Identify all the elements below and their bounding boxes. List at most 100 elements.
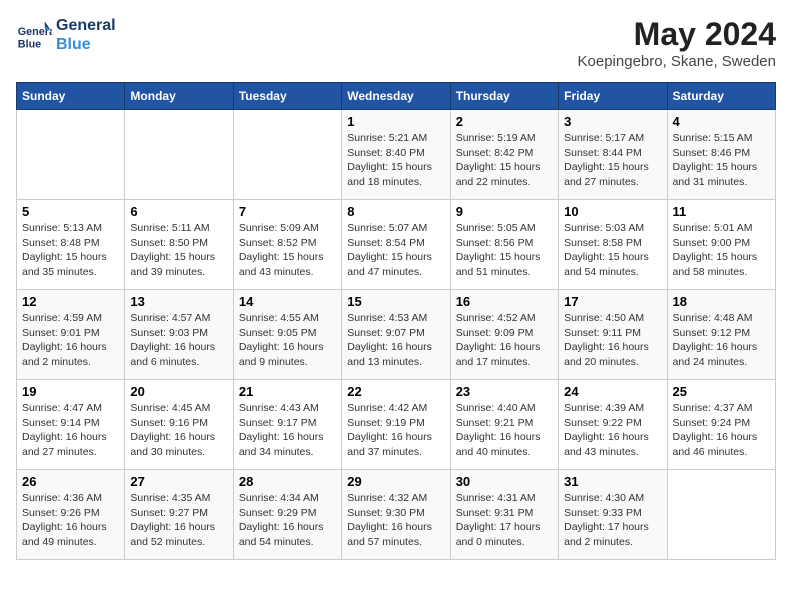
weekday-header: Monday [125,83,233,110]
day-number: 11 [673,204,770,219]
day-number: 9 [456,204,553,219]
calendar-cell: 17Sunrise: 4:50 AM Sunset: 9:11 PM Dayli… [559,290,667,380]
calendar-cell: 15Sunrise: 4:53 AM Sunset: 9:07 PM Dayli… [342,290,450,380]
calendar-cell: 16 Sunrise: 4:52 AM Sunset: 9:09 PM Dayli… [450,290,558,380]
day-info: Sunrise: 4:36 AM Sunset: 9:26 PM Dayligh… [22,491,119,550]
day-info: Sunrise: 4:57 AM Sunset: 9:03 PM Dayligh… [130,311,227,370]
month-title: May 2024 [578,16,776,53]
calendar-cell: 11Sunrise: 5:01 AM Sunset: 9:00 PM Dayli… [667,200,775,290]
calendar-week-row: 12 Sunrise: 4:59 AM Sunset: 9:01 PM Dayli… [17,290,776,380]
day-number: 30 [456,474,553,489]
logo-line2: Blue [56,35,116,54]
calendar-cell: 1 Sunrise: 5:21 AM Sunset: 8:40 PM Daylig… [342,110,450,200]
day-info: Sunrise: 5:17 AM Sunset: 8:44 PM Dayligh… [564,131,661,190]
calendar-week-row: 5 Sunrise: 5:13 AM Sunset: 8:48 PM Daylig… [17,200,776,290]
weekday-header: Wednesday [342,83,450,110]
calendar-cell: 9 Sunrise: 5:05 AM Sunset: 8:56 PM Daylig… [450,200,558,290]
day-number: 10 [564,204,661,219]
day-info: Sunrise: 4:34 AM Sunset: 9:29 PM Dayligh… [239,491,336,550]
day-number: 3 [564,114,661,129]
calendar-week-row: 26 Sunrise: 4:36 AM Sunset: 9:26 PM Dayli… [17,470,776,560]
day-number: 28 [239,474,336,489]
day-info: Sunrise: 4:35 AM Sunset: 9:27 PM Dayligh… [130,491,227,550]
day-info: Sunrise: 5:21 AM Sunset: 8:40 PM Dayligh… [347,131,444,190]
day-info: Sunrise: 5:07 AM Sunset: 8:54 PM Dayligh… [347,221,444,280]
day-info: Sunrise: 5:13 AM Sunset: 8:48 PM Dayligh… [22,221,119,280]
calendar-cell: 12 Sunrise: 4:59 AM Sunset: 9:01 PM Dayli… [17,290,125,380]
day-number: 24 [564,384,661,399]
day-info: Sunrise: 4:40 AM Sunset: 9:21 PM Dayligh… [456,401,553,460]
logo-line1: General [56,16,116,35]
calendar-cell [125,110,233,200]
page-header: General Blue General Blue May 2024 Koepi… [16,16,776,70]
day-info: Sunrise: 4:52 AM Sunset: 9:09 PM Dayligh… [456,311,553,370]
calendar-header: SundayMondayTuesdayWednesdayThursdayFrid… [17,83,776,110]
calendar-cell: 28 Sunrise: 4:34 AM Sunset: 9:29 PM Dayli… [233,470,341,560]
day-info: Sunrise: 4:42 AM Sunset: 9:19 PM Dayligh… [347,401,444,460]
day-info: Sunrise: 4:55 AM Sunset: 9:05 PM Dayligh… [239,311,336,370]
calendar-cell: 7 Sunrise: 5:09 AM Sunset: 8:52 PM Daylig… [233,200,341,290]
calendar-cell [233,110,341,200]
weekday-header: Sunday [17,83,125,110]
weekday-header: Friday [559,83,667,110]
calendar-cell: 24 Sunrise: 4:39 AM Sunset: 9:22 PM Dayli… [559,380,667,470]
day-number: 5 [22,204,119,219]
calendar-cell: 30 Sunrise: 4:31 AM Sunset: 9:31 PM Dayli… [450,470,558,560]
day-number: 23 [456,384,553,399]
day-number: 31 [564,474,661,489]
calendar-cell: 13 Sunrise: 4:57 AM Sunset: 9:03 PM Dayli… [125,290,233,380]
day-number: 8 [347,204,444,219]
weekday-header: Thursday [450,83,558,110]
calendar-week-row: 1 Sunrise: 5:21 AM Sunset: 8:40 PM Daylig… [17,110,776,200]
calendar-body: 1 Sunrise: 5:21 AM Sunset: 8:40 PM Daylig… [17,110,776,560]
calendar-cell: 18Sunrise: 4:48 AM Sunset: 9:12 PM Dayli… [667,290,775,380]
calendar-cell: 27 Sunrise: 4:35 AM Sunset: 9:27 PM Dayli… [125,470,233,560]
day-number: 27 [130,474,227,489]
day-number: 19 [22,384,119,399]
day-info: Sunrise: 5:15 AM Sunset: 8:46 PM Dayligh… [673,131,770,190]
day-number: 22 [347,384,444,399]
day-number: 20 [130,384,227,399]
day-info: Sunrise: 5:11 AM Sunset: 8:50 PM Dayligh… [130,221,227,280]
svg-text:Blue: Blue [18,39,41,51]
calendar-cell: 26 Sunrise: 4:36 AM Sunset: 9:26 PM Dayli… [17,470,125,560]
calendar-cell: 8 Sunrise: 5:07 AM Sunset: 8:54 PM Daylig… [342,200,450,290]
calendar-cell: 5 Sunrise: 5:13 AM Sunset: 8:48 PM Daylig… [17,200,125,290]
day-number: 21 [239,384,336,399]
weekday-header: Saturday [667,83,775,110]
title-block: May 2024 Koepingebro, Skane, Sweden [578,16,776,70]
calendar-cell: 3 Sunrise: 5:17 AM Sunset: 8:44 PM Daylig… [559,110,667,200]
day-info: Sunrise: 4:59 AM Sunset: 9:01 PM Dayligh… [22,311,119,370]
day-number: 16 [456,294,553,309]
day-info: Sunrise: 4:32 AM Sunset: 9:30 PM Dayligh… [347,491,444,550]
calendar-cell: 22 Sunrise: 4:42 AM Sunset: 9:19 PM Dayli… [342,380,450,470]
day-number: 1 [347,114,444,129]
calendar-cell: 14Sunrise: 4:55 AM Sunset: 9:05 PM Dayli… [233,290,341,380]
day-number: 26 [22,474,119,489]
location: Koepingebro, Skane, Sweden [578,53,776,70]
calendar-cell: 29Sunrise: 4:32 AM Sunset: 9:30 PM Dayli… [342,470,450,560]
calendar-cell: 21 Sunrise: 4:43 AM Sunset: 9:17 PM Dayli… [233,380,341,470]
calendar-cell: 25Sunrise: 4:37 AM Sunset: 9:24 PM Dayli… [667,380,775,470]
calendar-table: SundayMondayTuesdayWednesdayThursdayFrid… [16,82,776,560]
day-number: 7 [239,204,336,219]
day-info: Sunrise: 4:31 AM Sunset: 9:31 PM Dayligh… [456,491,553,550]
calendar-cell: 19Sunrise: 4:47 AM Sunset: 9:14 PM Dayli… [17,380,125,470]
day-number: 18 [673,294,770,309]
day-info: Sunrise: 4:30 AM Sunset: 9:33 PM Dayligh… [564,491,661,550]
day-info: Sunrise: 4:45 AM Sunset: 9:16 PM Dayligh… [130,401,227,460]
day-number: 12 [22,294,119,309]
calendar-cell [17,110,125,200]
day-info: Sunrise: 5:03 AM Sunset: 8:58 PM Dayligh… [564,221,661,280]
weekday-header: Tuesday [233,83,341,110]
day-info: Sunrise: 5:09 AM Sunset: 8:52 PM Dayligh… [239,221,336,280]
day-number: 13 [130,294,227,309]
calendar-cell: 23 Sunrise: 4:40 AM Sunset: 9:21 PM Dayli… [450,380,558,470]
logo-icon: General Blue [16,17,52,53]
day-info: Sunrise: 4:39 AM Sunset: 9:22 PM Dayligh… [564,401,661,460]
day-number: 4 [673,114,770,129]
day-info: Sunrise: 5:05 AM Sunset: 8:56 PM Dayligh… [456,221,553,280]
day-info: Sunrise: 4:37 AM Sunset: 9:24 PM Dayligh… [673,401,770,460]
day-info: Sunrise: 4:43 AM Sunset: 9:17 PM Dayligh… [239,401,336,460]
day-info: Sunrise: 5:19 AM Sunset: 8:42 PM Dayligh… [456,131,553,190]
